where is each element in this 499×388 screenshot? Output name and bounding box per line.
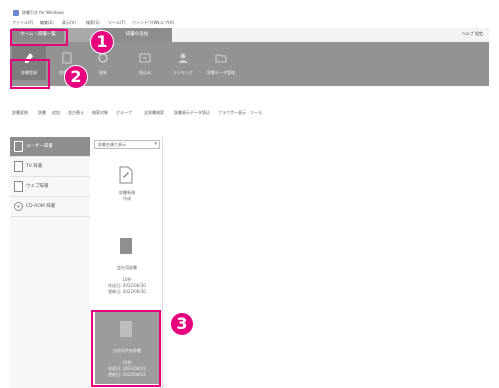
dictionary-icon [14, 161, 23, 172]
new-dictionary-card[interactable]: 辞書新規 作成 [95, 160, 159, 224]
highlight-tab [10, 29, 68, 46]
content-area [163, 137, 489, 388]
import-icon [139, 53, 151, 63]
callout-2: 2 [64, 65, 88, 89]
sidebar-item-label: ユーザー辞書 [26, 144, 53, 149]
sidebar-item-user-dictionary[interactable]: ユーザー辞書 [10, 137, 90, 157]
menu-search[interactable]: 検索(S) [86, 20, 100, 26]
dictionary-book-icon [120, 238, 132, 254]
dictionary-updated: 更新日: 2022/06/30 [108, 289, 146, 294]
ribbon-label: ランキング [173, 70, 193, 75]
ribbon-label: 読込み [139, 70, 151, 75]
dictionary-icon [14, 141, 23, 152]
dictionary-icon [14, 181, 23, 192]
tab-row: ホーム・辞書一覧 辞書の追加 ヘルプ 設定 [10, 28, 489, 43]
highlight-ribbon-button [10, 59, 50, 89]
cd-icon [14, 202, 23, 211]
ribbon-ranking-button[interactable]: ランキング [166, 46, 200, 80]
sidebar-item-tv-dictionary[interactable]: TV 辞書 [10, 157, 90, 177]
app-title: 辞書引き for Windows [22, 10, 64, 15]
toolbar-dictionary[interactable]: 辞書 [38, 110, 46, 116]
app-logo-icon [13, 10, 19, 16]
sidebar-item-label: CD-ROM 辞書 [26, 204, 56, 209]
sidebar-item-label: ウェブ辞書 [26, 184, 49, 189]
menu-edit[interactable]: 編集(E) [40, 20, 54, 26]
toolbar-sort[interactable]: 並び替え [68, 110, 84, 116]
sort-select[interactable]: 辞書名順で表示 ▾ [94, 140, 160, 149]
toolbar-tools[interactable]: ツール [250, 110, 262, 116]
sort-select-value: 辞書名順で表示 [98, 142, 126, 147]
menu-view[interactable]: 表示(V) [62, 20, 76, 26]
title-bar: 辞書引き for Windows [10, 8, 489, 18]
callout-1: 1 [90, 30, 114, 54]
dictionary-title: 会社用辞書 [117, 265, 137, 270]
dictionary-card[interactable]: 会社用辞書 10件 作成日: 2022/06/30 更新日: 2022/06/3… [95, 235, 159, 309]
person-icon [178, 53, 188, 63]
ribbon-data-manage-button[interactable]: 辞書データ管理 [204, 46, 238, 80]
ribbon-label: 更新 [99, 70, 107, 75]
sidebar-item-label: TV 辞書 [26, 164, 43, 169]
menu-file[interactable]: ファイル(F) [12, 20, 33, 26]
toolbar-group[interactable]: グループ [116, 110, 132, 116]
menu-help[interactable]: ヘルプ(H) [156, 20, 174, 26]
sidebar: ユーザー辞書 TV 辞書 ウェブ辞書 CD-ROM 辞書 [10, 137, 91, 388]
card-label: 作成 [123, 196, 131, 201]
chevron-down-icon: ▾ [154, 141, 157, 147]
toolbar: 辞書変換 辞書 追加 並び替え 検索対象 グループ 全辞書検索 辞書表示データ読… [10, 96, 489, 136]
highlight-dictionary-card [91, 310, 161, 387]
sidebar-item-cdrom-dictionary[interactable]: CD-ROM 辞書 [10, 197, 90, 217]
menu-tools[interactable]: ツール(T) [108, 20, 126, 26]
toolbar-search-all[interactable]: 全辞書検索 [144, 110, 164, 116]
toolbar-items: 辞書変換 辞書 追加 並び替え 検索対象 グループ 全辞書検索 辞書表示データ読… [12, 110, 482, 118]
folder-icon [215, 54, 227, 63]
ribbon-label: 辞書データ管理 [207, 70, 235, 75]
toolbar-data-load[interactable]: 辞書表示データ読込 [174, 110, 210, 116]
toolbar-convert[interactable]: 辞書変換 [12, 110, 28, 116]
header-help-settings[interactable]: ヘルプ 設定 [462, 31, 483, 37]
callout-3: 3 [170, 312, 194, 336]
toolbar-add[interactable]: 追加 [52, 110, 60, 116]
new-dictionary-icon [119, 166, 133, 184]
ribbon-import-button[interactable]: 読込み [128, 46, 162, 80]
toolbar-target[interactable]: 検索対象 [92, 110, 108, 116]
toolbar-browser[interactable]: ブラウザー表示 [218, 110, 246, 116]
dictionary-icon [62, 52, 72, 64]
menu-bar: ファイル(F) 編集(E) 表示(V) 検索(S) ツール(T) ウィンドウ(W… [10, 18, 489, 28]
sidebar-item-web-dictionary[interactable]: ウェブ辞書 [10, 177, 90, 197]
